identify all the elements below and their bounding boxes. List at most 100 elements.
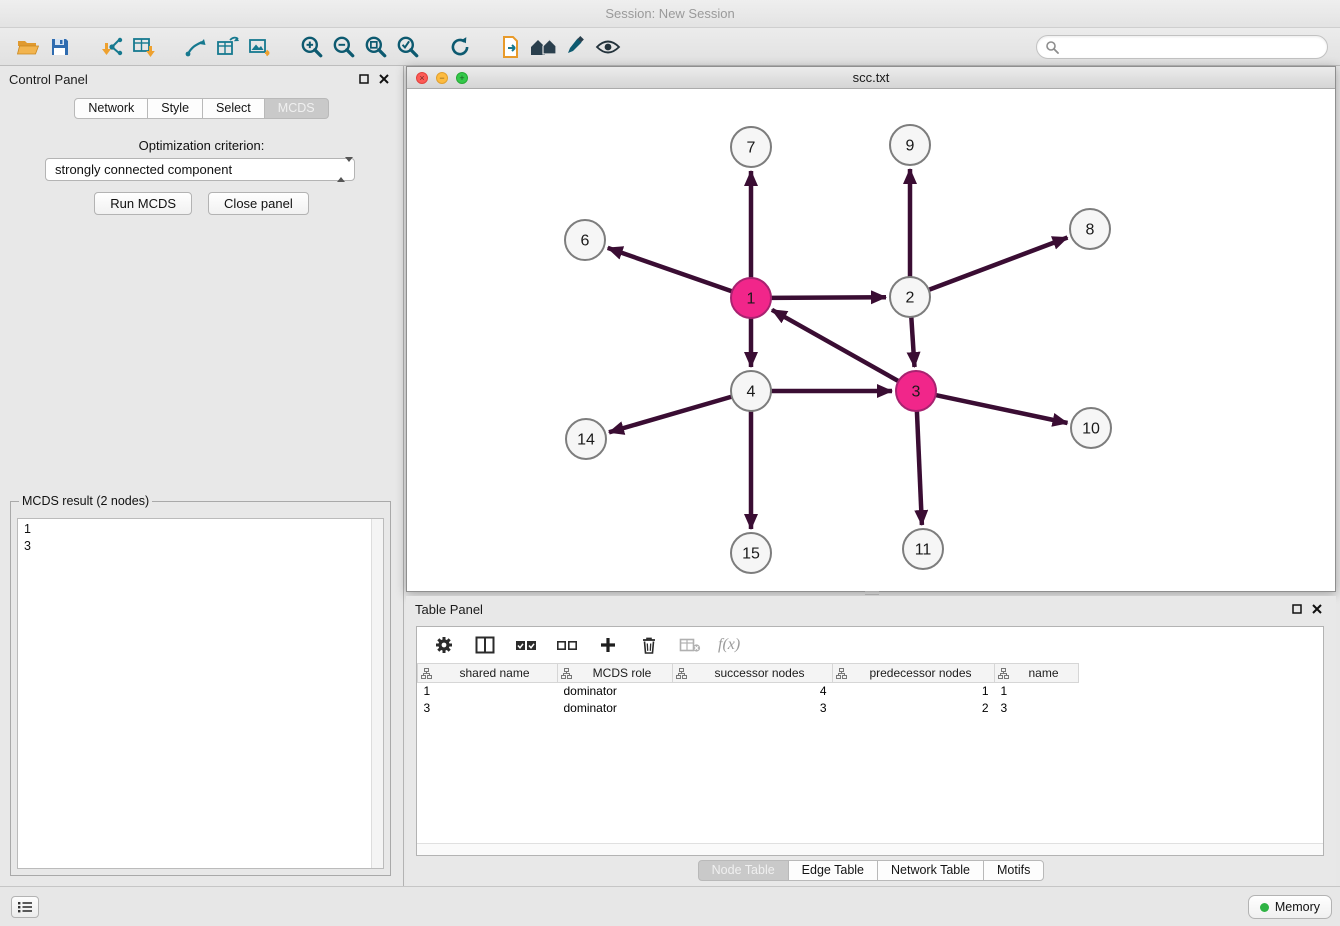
float-panel-button[interactable] (354, 70, 374, 88)
close-table-panel-button[interactable] (1307, 600, 1327, 618)
new-network-button[interactable] (180, 31, 212, 63)
table-cell[interactable]: dominator (558, 683, 673, 700)
node-label: 8 (1086, 222, 1095, 239)
graph-edge-4-14[interactable] (609, 397, 732, 433)
tab-style[interactable]: Style (147, 98, 203, 119)
import-network-icon (100, 36, 124, 58)
import-table-button[interactable] (128, 31, 160, 63)
table-cell[interactable]: 3 (418, 700, 558, 717)
zoom-in-button[interactable] (296, 31, 328, 63)
plus-icon (599, 636, 617, 654)
tab-select[interactable]: Select (202, 98, 265, 119)
close-panel-button[interactable] (374, 70, 394, 88)
zoom-out-button[interactable] (328, 31, 360, 63)
open-session-button[interactable] (12, 31, 44, 63)
network-from-table-button[interactable] (212, 31, 244, 63)
show-columns-button[interactable] (472, 632, 498, 658)
tab-node-table[interactable]: Node Table (698, 860, 789, 881)
delete-table-button[interactable] (677, 632, 703, 658)
graph-node-7[interactable]: 7 (731, 127, 771, 167)
node-table: shared name MCDS role successor nodes pr… (417, 663, 1079, 717)
table-cell[interactable]: 2 (833, 700, 995, 717)
task-history-button[interactable] (11, 896, 39, 918)
graph-edge-2-3[interactable] (911, 317, 914, 367)
table-panel-title: Table Panel (415, 602, 483, 617)
graph-edge-3-11[interactable] (917, 411, 922, 525)
dropdown-value: strongly connected component (55, 162, 232, 177)
node-label: 11 (915, 542, 932, 559)
search-input[interactable] (1065, 39, 1319, 54)
result-scrollbar[interactable] (371, 519, 383, 868)
resize-handle[interactable] (865, 591, 879, 595)
zoom-selected-icon (396, 35, 420, 59)
tab-network[interactable]: Network (74, 98, 148, 119)
table-panel-header: Table Panel (406, 596, 1336, 622)
network-window-titlebar[interactable]: × − + scc.txt (407, 67, 1335, 89)
style-button[interactable] (560, 31, 592, 63)
graph-edge-2-8[interactable] (929, 238, 1068, 290)
graph-edge-3-10[interactable] (936, 395, 1068, 423)
refresh-button[interactable] (444, 31, 476, 63)
graph-node-10[interactable]: 10 (1071, 408, 1111, 448)
table-cell[interactable]: 3 (995, 700, 1079, 717)
node-label: 6 (581, 233, 590, 250)
column-header-successor-nodes[interactable]: successor nodes (673, 664, 833, 683)
zoom-selected-button[interactable] (392, 31, 424, 63)
graph-node-8[interactable]: 8 (1070, 209, 1110, 249)
save-session-button[interactable] (44, 31, 76, 63)
delete-column-button[interactable] (636, 632, 662, 658)
select-all-button[interactable] (513, 632, 539, 658)
mcds-result-box[interactable]: 1 3 (17, 518, 384, 869)
column-header-name[interactable]: name (995, 664, 1079, 683)
function-builder-button[interactable]: f(x) (718, 636, 740, 654)
mcds-buttons: Run MCDS Close panel (0, 192, 403, 215)
graph-node-11[interactable]: 11 (903, 529, 943, 569)
table-cell[interactable]: 1 (833, 683, 995, 700)
tab-motifs[interactable]: Motifs (983, 860, 1044, 881)
table-settings-button[interactable] (431, 632, 457, 658)
column-header-predecessor-nodes[interactable]: predecessor nodes (833, 664, 995, 683)
table-cell[interactable]: 4 (673, 683, 833, 700)
table-horizontal-scrollbar[interactable] (417, 843, 1323, 855)
graph-node-15[interactable]: 15 (731, 533, 771, 573)
table-row[interactable]: 3 dominator 3 2 3 (418, 700, 1079, 717)
column-header-shared-name[interactable]: shared name (418, 664, 558, 683)
graph-node-3[interactable]: 3 (896, 371, 936, 411)
graph-node-9[interactable]: 9 (890, 125, 930, 165)
zoom-fit-button[interactable] (360, 31, 392, 63)
graph-node-1[interactable]: 1 (731, 278, 771, 318)
float-table-panel-button[interactable] (1287, 600, 1307, 618)
memory-button[interactable]: Memory (1248, 895, 1332, 919)
graph-edge-1-6[interactable] (608, 248, 732, 292)
tab-network-table[interactable]: Network Table (877, 860, 984, 881)
graph-edge-3-1[interactable] (772, 310, 899, 381)
table-cell[interactable]: 1 (418, 683, 558, 700)
table-cell[interactable]: 1 (995, 683, 1079, 700)
refresh-icon (448, 35, 472, 59)
add-column-button[interactable] (595, 632, 621, 658)
table-cell[interactable]: 3 (673, 700, 833, 717)
column-header-mcds-role[interactable]: MCDS role (558, 664, 673, 683)
graph-node-6[interactable]: 6 (565, 220, 605, 260)
graph-node-4[interactable]: 4 (731, 371, 771, 411)
run-mcds-button[interactable]: Run MCDS (94, 192, 192, 215)
export-image-button[interactable] (244, 31, 276, 63)
optimization-criterion-select[interactable]: strongly connected component (45, 158, 355, 181)
close-panel-action-button[interactable]: Close panel (208, 192, 309, 215)
show-hide-button[interactable] (592, 31, 624, 63)
table-row[interactable]: 1 dominator 4 1 1 (418, 683, 1079, 700)
tab-mcds[interactable]: MCDS (264, 98, 329, 119)
deselect-all-button[interactable] (554, 632, 580, 658)
home-button[interactable] (528, 31, 560, 63)
node-label: 4 (747, 384, 756, 401)
graph-edge-1-2[interactable] (771, 297, 886, 298)
import-network-button[interactable] (96, 31, 128, 63)
graph-node-2[interactable]: 2 (890, 277, 930, 317)
tab-edge-table[interactable]: Edge Table (788, 860, 878, 881)
graph-node-14[interactable]: 14 (566, 419, 606, 459)
image-export-icon (248, 36, 272, 58)
network-graph[interactable]: 7 9 6 8 1 2 4 3 14 10 15 11 (407, 89, 1335, 591)
table-cell[interactable]: dominator (558, 700, 673, 717)
export-network-button[interactable] (496, 31, 528, 63)
network-canvas[interactable]: 7 9 6 8 1 2 4 3 14 10 15 11 (407, 89, 1335, 591)
